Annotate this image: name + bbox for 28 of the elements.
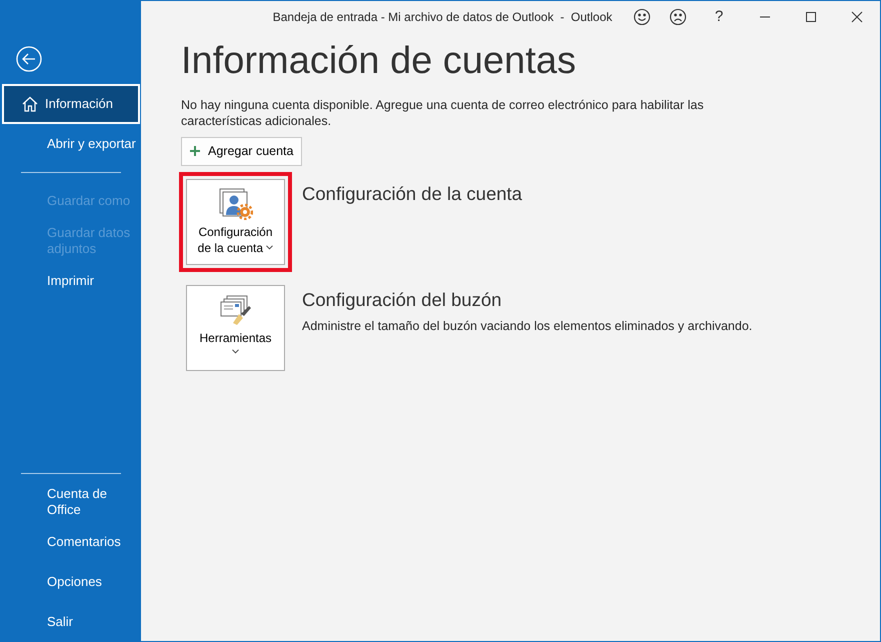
add-account-button[interactable]: Agregar cuenta — [181, 136, 302, 166]
sidebar-item[interactable]: Información — [2, 84, 140, 124]
smile-icon — [633, 8, 651, 26]
section-description: Administre el tamaño del buzón vaciando los elementos eliminados y archivando. — [302, 318, 752, 336]
sidebar-item[interactable]: Comentarios — [2, 522, 140, 562]
home-icon — [21, 95, 39, 113]
maximize-icon — [805, 11, 817, 23]
sidebar-item[interactable]: Salir — [2, 602, 140, 642]
sidebar-item[interactable]: Cuenta de Office — [2, 482, 140, 522]
help-button[interactable]: ? — [696, 1, 742, 33]
section-title: Configuración del buzón — [302, 288, 503, 312]
mailbox-tools-icon — [218, 294, 252, 326]
window-title: Bandeja de entrada - Mi archivo de datos de Outlook - Outlook — [272, 9, 614, 26]
sidebar-item[interactable]: Imprimir — [2, 261, 140, 301]
tools-button[interactable]: Herramientas — [186, 284, 285, 371]
plus-icon — [190, 146, 200, 156]
close-icon — [851, 11, 863, 23]
caret-icon — [232, 348, 239, 354]
back-button[interactable] — [16, 46, 42, 72]
info-message: No hay ninguna cuenta disponible. Agregue una cuenta de correo electrónico para habilitar las características adicionales. — [181, 96, 705, 129]
sidebar-item[interactable]: Abrir y exportar — [2, 124, 140, 164]
caret-icon — [266, 245, 274, 250]
sidebar-item[interactable]: Opciones — [2, 562, 140, 602]
account-settings-button[interactable]: Configuración de la cuenta — [186, 178, 285, 265]
section-title: Configuración de la cuenta — [302, 182, 522, 206]
account-settings-icon — [218, 188, 252, 220]
page-heading: Información de cuentas — [181, 41, 578, 83]
frown-icon — [669, 8, 687, 26]
